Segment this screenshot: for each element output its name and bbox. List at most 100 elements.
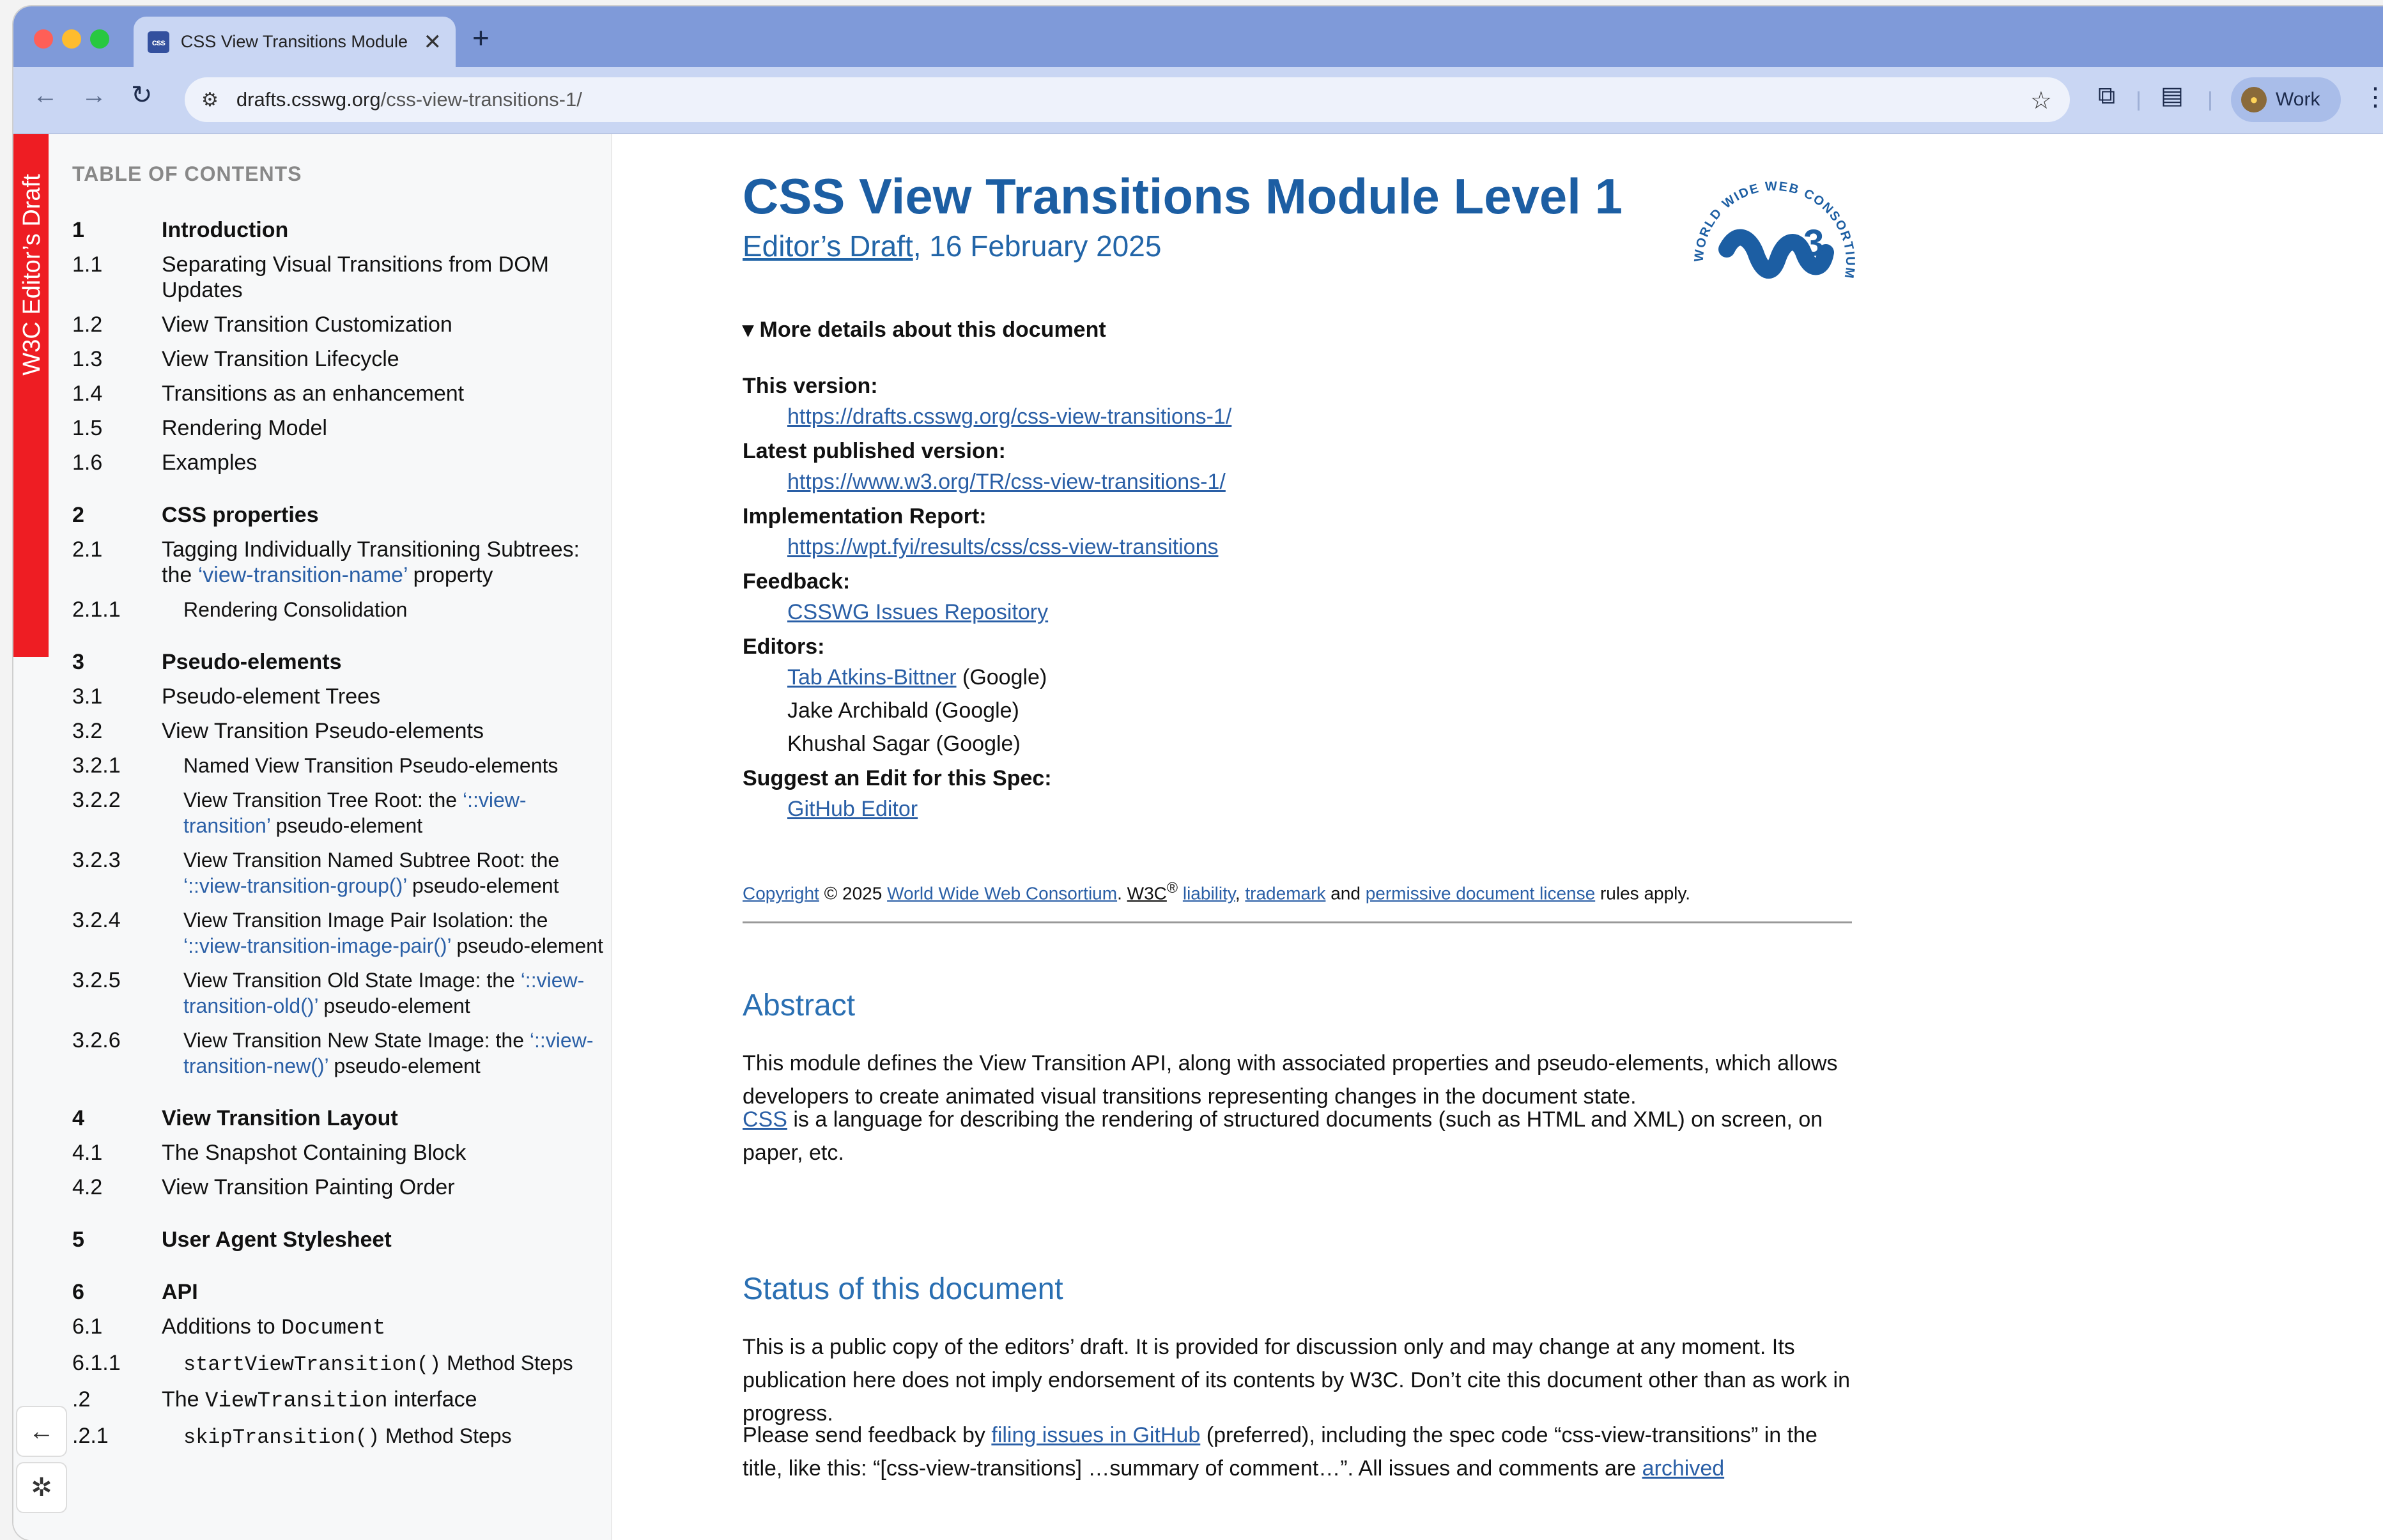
toc-item[interactable]: 1.6 Examples bbox=[72, 450, 609, 475]
implementation-report-link[interactable]: https://wpt.fyi/results/css/css-view-tra… bbox=[787, 535, 1219, 559]
collapse-sidebar-icon[interactable]: ← bbox=[16, 1406, 67, 1457]
toc-label-text: pseudo-element bbox=[406, 874, 559, 897]
toc-item[interactable]: 3.2.1 Named View Transition Pseudo-elemen… bbox=[72, 753, 609, 778]
toc-number: 3.1 bbox=[72, 684, 103, 709]
toc-item[interactable]: .2 The ViewTransition interface bbox=[72, 1387, 609, 1414]
toc-label-text: interface bbox=[387, 1387, 477, 1412]
editor-org: (Google) bbox=[956, 665, 1047, 689]
liability-link[interactable]: liability bbox=[1183, 883, 1235, 903]
toc-label-text: pseudo-element bbox=[270, 814, 423, 837]
abstract-paragraph-css: CSS is a language for describing the ren… bbox=[743, 1103, 1861, 1169]
toc-number: 6.1 bbox=[72, 1314, 103, 1339]
profile-button[interactable]: ● Work bbox=[2231, 77, 2341, 122]
toc-number: 3.2 bbox=[72, 719, 103, 743]
toc-item[interactable]: 2.1.1 Rendering Consolidation bbox=[72, 597, 609, 622]
toc-item[interactable]: 3.1 Pseudo-element Trees bbox=[72, 684, 609, 709]
toc-label: Tagging Individually Transitioning Subtr… bbox=[162, 537, 609, 588]
toc-item[interactable]: .2.1 skipTransition() Method Steps bbox=[72, 1423, 609, 1451]
toc-label-text: Method Steps bbox=[441, 1351, 573, 1374]
toc-item[interactable]: 4 View Transition Layout bbox=[72, 1105, 609, 1131]
meta-value: https://www.w3.org/TR/css-view-transitio… bbox=[743, 468, 1861, 496]
toc-item[interactable]: 6.1 Additions to Document bbox=[72, 1314, 609, 1341]
copyright-link[interactable]: Copyright bbox=[743, 883, 819, 903]
toc-item[interactable]: 6.1.1 startViewTransition() Method Steps bbox=[72, 1350, 609, 1378]
toc-label-text: View Transition Image Pair Isolation: th… bbox=[183, 909, 548, 932]
extensions-icon[interactable]: ⧉ bbox=[2098, 84, 2115, 108]
toc-item[interactable]: 3.2.2 View Transition Tree Root: the ‘::v… bbox=[72, 787, 609, 838]
toc-number: 2.1 bbox=[72, 537, 103, 562]
toc-item[interactable]: 1.2 View Transition Customization bbox=[72, 312, 609, 337]
toc-label: Additions to Document bbox=[162, 1314, 609, 1341]
this-version-link[interactable]: https://drafts.csswg.org/css-view-transi… bbox=[787, 404, 1231, 429]
feedback-link[interactable]: CSSWG Issues Repository bbox=[787, 600, 1048, 624]
site-info-icon[interactable]: ⚙ bbox=[201, 89, 219, 111]
toc-number: 6.1.1 bbox=[72, 1351, 121, 1375]
toc-number: 4.1 bbox=[72, 1141, 103, 1165]
toc-number: 2.1.1 bbox=[72, 597, 121, 622]
latest-version-link[interactable]: https://www.w3.org/TR/css-view-transitio… bbox=[787, 470, 1226, 494]
toolbar-divider bbox=[2138, 91, 2140, 111]
css-link[interactable]: CSS bbox=[743, 1107, 787, 1132]
filing-issues-link[interactable]: filing issues in GitHub bbox=[991, 1423, 1200, 1447]
toc-label-text: Additions to bbox=[162, 1314, 282, 1339]
archived-link[interactable]: archived bbox=[1642, 1456, 1725, 1481]
page-content: W3C Editor’s Draft TABLE OF CONTENTS 1 In… bbox=[13, 134, 2383, 1540]
forward-arrow-icon[interactable]: → bbox=[81, 82, 107, 108]
close-tab-icon[interactable]: ✕ bbox=[424, 31, 442, 53]
back-arrow-icon[interactable]: ← bbox=[33, 82, 58, 108]
toc-label-text: View Transition Tree Root: the bbox=[183, 789, 463, 812]
menu-icon[interactable]: ⋮ bbox=[2363, 82, 2383, 112]
paragraph-text: Please send feedback by bbox=[743, 1423, 992, 1447]
profile-label: Work bbox=[2276, 89, 2320, 110]
toc-label: Pseudo-element Trees bbox=[162, 684, 381, 709]
toc-label: View Transition Lifecycle bbox=[162, 347, 399, 371]
toc-item[interactable]: 3.2.4 View Transition Image Pair Isolatio… bbox=[72, 907, 609, 959]
details-toggle[interactable]: ▾ More details about this document bbox=[743, 317, 1106, 343]
toc-item[interactable]: 2 CSS properties bbox=[72, 502, 609, 528]
meta-label: Feedback: bbox=[743, 569, 851, 594]
reading-mode-icon[interactable]: ▤ bbox=[2161, 84, 2184, 108]
toc-label-link: ‘view-transition-name’ bbox=[197, 563, 408, 587]
maximize-window-button[interactable] bbox=[90, 29, 109, 49]
banner-text: W3C Editor’s Draft bbox=[19, 174, 45, 376]
toc-item[interactable]: 1.4 Transitions as an enhancement bbox=[72, 381, 609, 406]
toc-item[interactable]: 3 Pseudo-elements bbox=[72, 649, 609, 675]
browser-window: css CSS View Transitions Module ✕ + ← → … bbox=[13, 6, 2383, 1540]
toc-item[interactable]: 3.2 View Transition Pseudo-elements bbox=[72, 718, 609, 744]
divider bbox=[743, 921, 1852, 923]
address-bar[interactable]: ⚙ drafts.csswg.org/css-view-transitions-… bbox=[185, 77, 2070, 122]
toc-label: View Transition Customization bbox=[162, 312, 452, 337]
trademark-link[interactable]: trademark bbox=[1245, 883, 1325, 903]
toc-item[interactable]: 1.5 Rendering Model bbox=[72, 415, 609, 441]
toc-item[interactable]: 3.2.5 View Transition Old State Image: th… bbox=[72, 967, 609, 1019]
sidebar-settings-icon[interactable]: ✲ bbox=[16, 1462, 67, 1513]
meta-value: CSSWG Issues Repository bbox=[743, 598, 1861, 626]
toc-item[interactable]: 1.3 View Transition Lifecycle bbox=[72, 346, 609, 372]
toc-item[interactable]: 5 User Agent Stylesheet bbox=[72, 1227, 609, 1252]
editor-link[interactable]: Tab Atkins-Bittner bbox=[787, 665, 957, 689]
w3c-abbr[interactable]: W3C bbox=[1127, 883, 1167, 903]
new-tab-button[interactable]: + bbox=[472, 23, 490, 52]
status-link[interactable]: Editor’s Draft bbox=[743, 229, 913, 263]
toc-item[interactable]: 1.1 Separating Visual Transitions from DO… bbox=[72, 252, 609, 303]
meta-label: This version: bbox=[743, 374, 878, 398]
github-editor-link[interactable]: GitHub Editor bbox=[787, 797, 918, 821]
toc-item[interactable]: 2.1 Tagging Individually Transitioning Su… bbox=[72, 537, 609, 588]
active-tab[interactable]: css CSS View Transitions Module ✕ bbox=[134, 17, 456, 67]
toc-item[interactable]: 6 API bbox=[72, 1279, 609, 1305]
toc-item[interactable]: 4.2 View Transition Painting Order bbox=[72, 1174, 609, 1200]
license-link[interactable]: permissive document license bbox=[1366, 883, 1596, 903]
toc-item[interactable]: 4.1 The Snapshot Containing Block bbox=[72, 1140, 609, 1166]
toc-item[interactable]: 3.2.3 View Transition Named Subtree Root:… bbox=[72, 847, 609, 898]
meta-label: Suggest an Edit for this Spec: bbox=[743, 766, 1052, 790]
star-icon[interactable]: ☆ bbox=[2030, 86, 2052, 115]
meta-value: Khushal Sagar (Google) bbox=[787, 732, 1021, 756]
url-text: drafts.csswg.org/css-view-transitions-1/ bbox=[236, 88, 582, 111]
w3c-consortium-link[interactable]: World Wide Web Consortium bbox=[887, 883, 1117, 903]
toc-item[interactable]: 3.2.6 View Transition New State Image: th… bbox=[72, 1028, 609, 1079]
minimize-window-button[interactable] bbox=[62, 29, 81, 49]
close-window-button[interactable] bbox=[34, 29, 53, 49]
reload-icon[interactable]: ↻ bbox=[131, 82, 153, 108]
meta-label: Implementation Report: bbox=[743, 504, 987, 528]
toc-item[interactable]: 1 Introduction bbox=[72, 217, 609, 243]
